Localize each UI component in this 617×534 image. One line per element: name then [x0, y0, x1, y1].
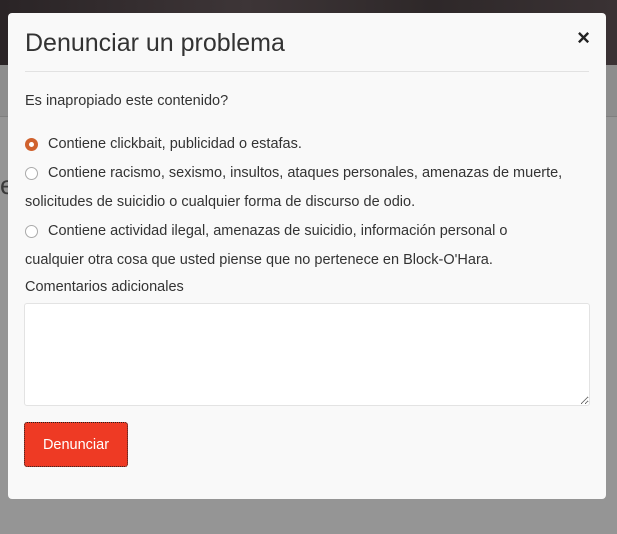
comments-label: Comentarios adicionales	[25, 279, 184, 295]
comments-textarea[interactable]	[24, 303, 590, 406]
question-text: Es inapropiado este contenido?	[25, 93, 229, 109]
radio-button[interactable]	[25, 138, 38, 151]
report-option-illegal[interactable]: Contiene actividad ilegal, amenazas de s…	[25, 217, 595, 275]
modal-title: Denunciar un problema	[25, 29, 285, 57]
close-icon[interactable]: ×	[577, 25, 590, 51]
divider	[25, 71, 589, 72]
report-option-hate-speech[interactable]: Contiene racismo, sexismo, insultos, ata…	[25, 159, 595, 217]
report-option-clickbait[interactable]: Contiene clickbait, publicidad o estafas…	[25, 130, 595, 159]
report-problem-modal: Denunciar un problema × Es inapropiado e…	[8, 13, 606, 499]
submit-report-button[interactable]: Denunciar	[24, 422, 128, 467]
